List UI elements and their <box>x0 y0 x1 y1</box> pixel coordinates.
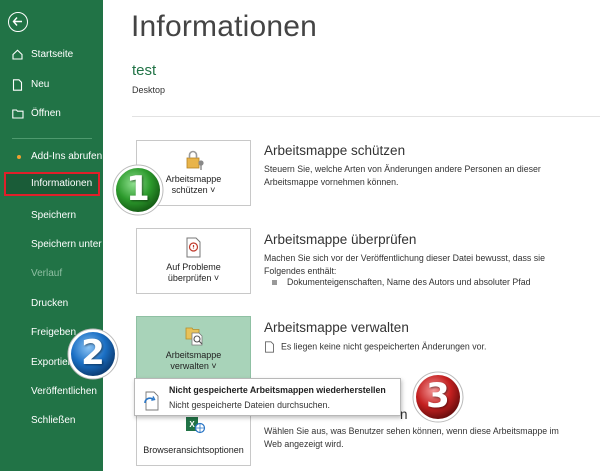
step-badge-1: 1 <box>111 163 165 217</box>
nav-label: Informationen <box>31 178 93 189</box>
nav-label: Speichern unter <box>31 239 102 250</box>
nav-oeffnen[interactable]: Öffnen <box>0 102 103 126</box>
inspect-button-label: Auf Probleme überprüfen ˅ <box>166 262 221 283</box>
nav-schliessen[interactable]: Schließen <box>0 409 103 433</box>
nav-verlauf[interactable]: Verlauf <box>0 262 103 286</box>
home-icon <box>12 49 23 60</box>
recover-unsaved-title: Nicht gespeicherte Arbeitsmappen wiederh… <box>169 385 386 395</box>
recover-file-icon <box>144 391 159 411</box>
sidebar-divider <box>12 138 92 139</box>
nav-label: Öffnen <box>31 108 61 119</box>
nav-label: Verlauf <box>31 268 63 279</box>
inspect-document-icon <box>186 237 201 258</box>
manage-document-icon <box>185 327 203 346</box>
nav-speichern-unter[interactable]: Speichern unter <box>0 233 103 257</box>
recover-unsaved-menu-item[interactable]: Nicht gespeicherte Arbeitsmappen wiederh… <box>134 378 401 416</box>
nav-drucken[interactable]: Drucken <box>0 292 103 316</box>
step-badge-2: 2 <box>66 327 120 381</box>
file-location: Desktop <box>132 85 166 95</box>
nav-add-ins-abrufen[interactable]: Add-Ins abrufen <box>0 145 103 169</box>
recover-unsaved-description: Nicht gespeicherte Dateien durchsuchen. <box>169 400 330 410</box>
inspect-title: Arbeitsmappe überprüfen <box>264 232 417 247</box>
folder-icon <box>12 109 24 119</box>
browser-button-label: Browseransichtsoptionen <box>143 445 244 455</box>
protect-title: Arbeitsmappe schützen <box>264 143 406 158</box>
nav-startseite[interactable]: Startseite <box>0 43 103 67</box>
manage-note: Es liegen keine nicht gespeicherten Ände… <box>264 341 486 353</box>
browser-title-partial: n <box>400 407 408 422</box>
lock-key-icon <box>186 150 204 170</box>
new-document-icon <box>12 79 23 91</box>
new-indicator-icon <box>17 155 21 159</box>
document-icon <box>265 341 274 353</box>
nav-label: Schließen <box>31 415 76 426</box>
file-name: test <box>132 62 157 79</box>
badge-number: 3 <box>426 376 450 416</box>
excel-web-icon: X <box>186 417 206 434</box>
step-badge-3: 3 <box>411 370 465 424</box>
nav-informationen[interactable]: Informationen <box>4 172 100 196</box>
manage-title: Arbeitsmappe verwalten <box>264 320 409 335</box>
nav-veroeffentlichen[interactable]: Veröffentlichen <box>0 380 103 404</box>
nav-label: Add-Ins abrufen <box>31 151 103 162</box>
browser-description: Wählen Sie aus, was Benutzer sehen könne… <box>264 426 559 449</box>
inspect-bullet-item: Dokumenteigenschaften, Name des Autors u… <box>272 277 531 287</box>
back-button[interactable] <box>8 12 28 32</box>
svg-text:X: X <box>189 420 195 429</box>
nav-label: Startseite <box>31 49 74 60</box>
check-for-issues-button[interactable]: Auf Probleme überprüfen ˅ <box>136 228 251 294</box>
nav-label: Speichern <box>31 210 77 221</box>
badge-number: 2 <box>81 333 105 373</box>
manage-button-label: Arbeitsmappe verwalten ˅ <box>165 350 222 371</box>
nav-label: Drucken <box>31 298 69 309</box>
backstage-sidebar: Startseite Neu Öffnen Add-Ins abrufen In… <box>0 0 103 471</box>
nav-label: Neu <box>31 79 50 90</box>
manage-workbook-button[interactable]: Arbeitsmappe verwalten ˅ <box>136 316 251 382</box>
bullet-square-icon <box>272 280 277 286</box>
nav-label: Veröffentlichen <box>31 386 97 397</box>
inspect-description: Machen Sie sich vor der Veröffentlichung… <box>264 253 545 276</box>
nav-speichern[interactable]: Speichern <box>0 204 103 228</box>
back-arrow-icon <box>12 17 22 26</box>
section-divider <box>132 116 600 117</box>
nav-neu[interactable]: Neu <box>0 73 103 97</box>
badge-number: 1 <box>126 169 150 209</box>
page-title: Informationen <box>131 10 318 43</box>
protect-description: Steuern Sie, welche Arten von Änderungen… <box>264 164 541 187</box>
